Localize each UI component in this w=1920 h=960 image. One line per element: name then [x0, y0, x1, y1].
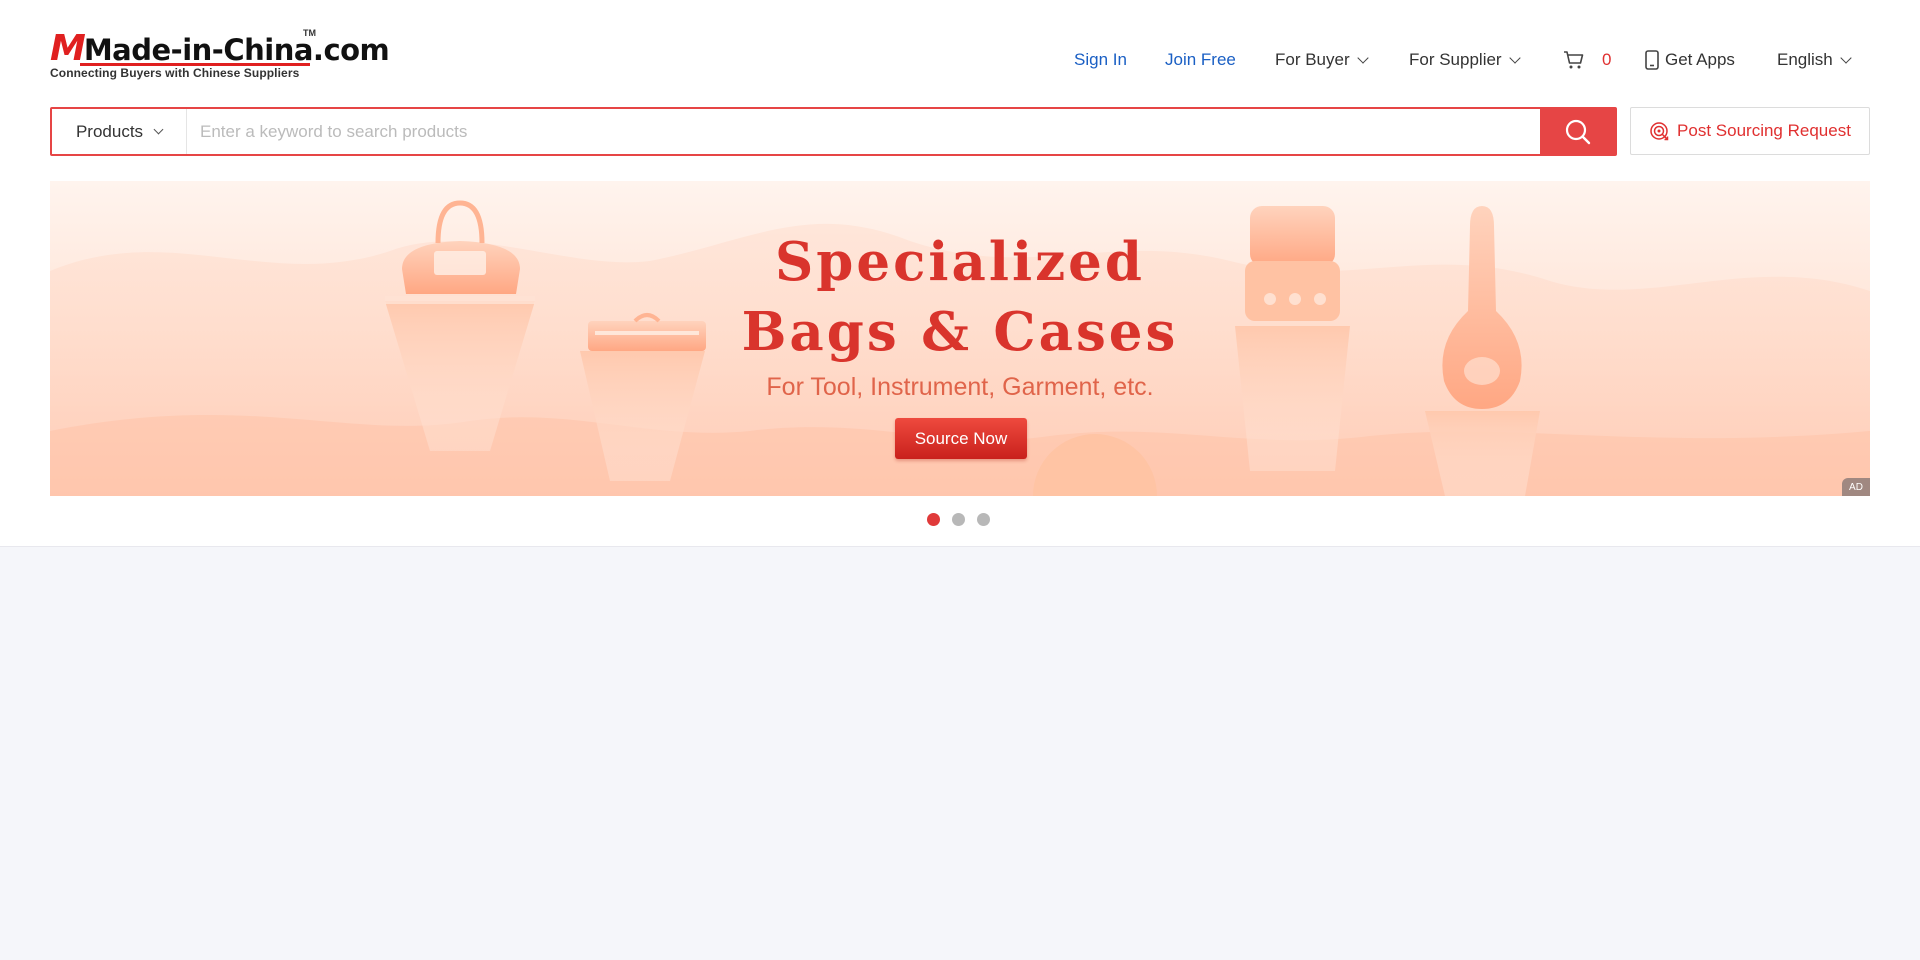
- site-logo[interactable]: MMade-in-China.com TM Connecting Buyers …: [50, 24, 390, 84]
- for-supplier-menu[interactable]: For Supplier: [1409, 48, 1521, 72]
- join-free-link[interactable]: Join Free: [1165, 48, 1236, 72]
- cart-count: 0: [1602, 50, 1612, 69]
- search-icon: [1565, 119, 1590, 144]
- logo-brand: Made-in-China.com: [83, 33, 390, 67]
- language-label: English: [1777, 50, 1833, 69]
- cart-icon: [1564, 51, 1584, 69]
- cart-button[interactable]: 0: [1563, 48, 1611, 72]
- get-apps-label: Get Apps: [1665, 50, 1735, 69]
- search-category-select[interactable]: Products: [52, 109, 187, 154]
- ad-badge: AD: [1842, 478, 1870, 496]
- carousel-indicators: [927, 513, 990, 526]
- carousel-dot-3[interactable]: [977, 513, 990, 526]
- chevron-down-icon: [1508, 52, 1521, 64]
- for-supplier-label: For Supplier: [1409, 50, 1502, 69]
- search-category-label: Products: [75, 121, 144, 141]
- banner-subtitle: For Tool, Instrument, Garment, etc.: [766, 373, 1154, 401]
- mobile-phone-icon: [1645, 50, 1659, 70]
- carousel-dot-2[interactable]: [952, 513, 965, 526]
- carousel-dot-1[interactable]: [927, 513, 940, 526]
- chevron-down-icon: [1840, 52, 1852, 64]
- banner-title-line1: Specialized: [775, 231, 1145, 293]
- get-apps-link[interactable]: Get Apps: [1644, 48, 1735, 72]
- language-selector[interactable]: English: [1777, 48, 1852, 72]
- source-now-button[interactable]: Source Now: [895, 418, 1027, 459]
- search-bar: Products: [50, 107, 1617, 156]
- post-sourcing-label: Post Sourcing Request: [1677, 121, 1851, 140]
- sign-in-link[interactable]: Sign In: [1074, 48, 1127, 72]
- banner-title-line2: Bags & Cases: [741, 301, 1179, 363]
- search-input[interactable]: [187, 109, 1540, 154]
- for-buyer-menu[interactable]: For Buyer: [1275, 48, 1369, 72]
- chevron-down-icon: [153, 124, 164, 135]
- target-icon: [1650, 122, 1669, 141]
- header-area: MMade-in-China.com TM Connecting Buyers …: [0, 0, 1920, 547]
- post-sourcing-request-button[interactable]: Post Sourcing Request: [1630, 107, 1870, 155]
- search-button[interactable]: [1540, 109, 1615, 154]
- promo-banner[interactable]: Specialized Bags & Cases For Tool, Instr…: [50, 181, 1870, 496]
- chevron-down-icon: [1356, 52, 1369, 64]
- logo-trademark: TM: [303, 28, 316, 38]
- for-buyer-label: For Buyer: [1275, 50, 1350, 69]
- logo-tagline: Connecting Buyers with Chinese Suppliers: [50, 66, 300, 80]
